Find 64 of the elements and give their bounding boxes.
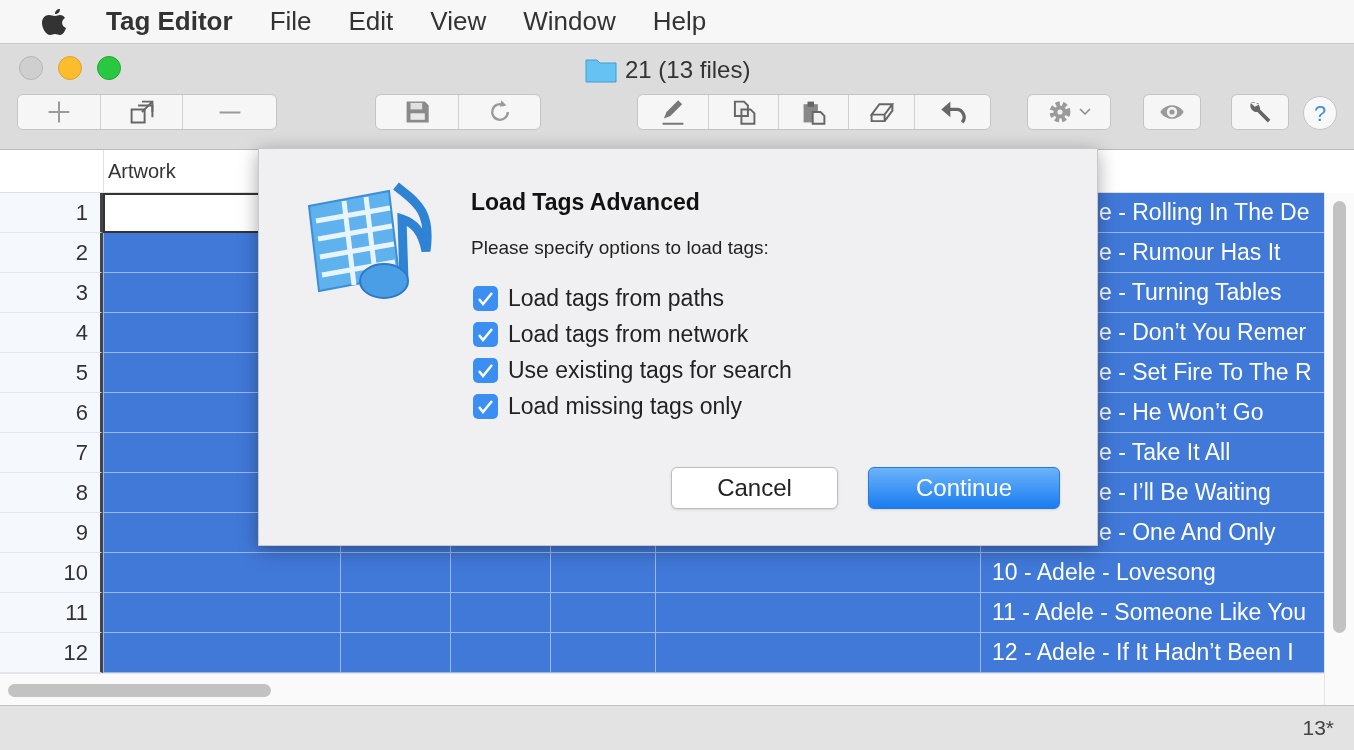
table-cell-text: e - Turning Tables bbox=[1099, 278, 1282, 308]
menu-item[interactable]: Edit bbox=[348, 2, 394, 41]
checkbox[interactable] bbox=[473, 358, 498, 383]
checkmark-icon bbox=[477, 291, 494, 306]
menu-item[interactable]: File bbox=[269, 2, 312, 41]
vertical-scrollbar[interactable] bbox=[1333, 201, 1346, 633]
checkbox[interactable] bbox=[473, 322, 498, 347]
table-cell-text: e - Take It All bbox=[1099, 438, 1231, 468]
menu-item[interactable]: Window bbox=[523, 2, 616, 41]
save-icon bbox=[404, 99, 430, 125]
checkmark-icon bbox=[477, 363, 494, 378]
checkmark-icon bbox=[477, 399, 494, 414]
caret-icon bbox=[1079, 108, 1091, 116]
column-header[interactable]: Artwork bbox=[108, 156, 176, 186]
table-row[interactable]: 12 12 - Adele - If It Hadn’t Been I bbox=[0, 633, 1324, 673]
wrench-icon bbox=[1247, 99, 1273, 125]
table-cell-text: e - Rolling In The De bbox=[1099, 198, 1310, 228]
checkbox-label: Load missing tags only bbox=[508, 392, 742, 422]
menu-item[interactable]: Help bbox=[652, 2, 707, 41]
table-cell-text: 10 - Adele - Lovesong bbox=[992, 558, 1216, 588]
table-cell-text: e - I’ll Be Waiting bbox=[1099, 478, 1271, 508]
app-menu[interactable]: Tag Editor bbox=[106, 2, 233, 41]
cancel-button[interactable]: Cancel bbox=[671, 467, 838, 509]
checkbox-label: Use existing tags for search bbox=[508, 356, 792, 386]
row-number: 2 bbox=[75, 239, 88, 267]
table-cell-text: e - Set Fire To The R bbox=[1099, 358, 1312, 388]
row-number: 4 bbox=[75, 319, 88, 347]
row-number: 9 bbox=[75, 519, 88, 547]
menu-item[interactable]: View bbox=[430, 2, 487, 41]
row-number: 5 bbox=[75, 359, 88, 387]
table-cell-text: e - One And Only bbox=[1099, 518, 1276, 548]
window-title: 21 (13 files) bbox=[625, 55, 751, 85]
settings-icon bbox=[1047, 99, 1073, 125]
row-number: 7 bbox=[75, 439, 88, 467]
row-number: 6 bbox=[75, 399, 88, 427]
pencil-icon bbox=[660, 99, 686, 125]
table-cell-text: e - He Won’t Go bbox=[1099, 398, 1264, 428]
row-number: 8 bbox=[75, 479, 88, 507]
row-number: 1 bbox=[75, 199, 88, 227]
checkbox[interactable] bbox=[473, 394, 498, 419]
edit-window-icon bbox=[128, 99, 155, 125]
folder-icon bbox=[585, 57, 617, 83]
add-icon bbox=[46, 99, 72, 125]
horizontal-scrollbar[interactable] bbox=[8, 684, 271, 697]
row-number: 10 bbox=[63, 559, 88, 587]
row-number: 12 bbox=[63, 639, 88, 667]
row-number: 3 bbox=[75, 279, 88, 307]
checkbox[interactable] bbox=[473, 286, 498, 311]
table-cell-text: e - Rumour Has It bbox=[1099, 238, 1281, 268]
checkbox-label: Load tags from network bbox=[508, 320, 749, 350]
table-cell-text: e - Don’t You Remer bbox=[1099, 318, 1307, 348]
dialog-message: Please specify options to load tags: bbox=[471, 236, 769, 260]
checkbox-label: Load tags from paths bbox=[508, 284, 725, 314]
checkmark-icon bbox=[477, 327, 494, 342]
table-cell-text: 11 - Adele - Someone Like You bbox=[992, 598, 1307, 628]
undo-icon bbox=[939, 99, 966, 125]
table-cell-text: 12 - Adele - If It Hadn’t Been I bbox=[992, 638, 1294, 668]
table-row[interactable]: 10 10 - Adele - Lovesong bbox=[0, 553, 1324, 593]
row-number: 11 bbox=[65, 599, 88, 627]
table-row[interactable]: 11 11 - Adele - Someone Like You bbox=[0, 593, 1324, 633]
dialog-title: Load Tags Advanced bbox=[471, 188, 700, 217]
file-count: 13* bbox=[1302, 715, 1334, 742]
apple-logo-icon[interactable] bbox=[42, 6, 68, 37]
zoom-button[interactable] bbox=[97, 56, 121, 80]
